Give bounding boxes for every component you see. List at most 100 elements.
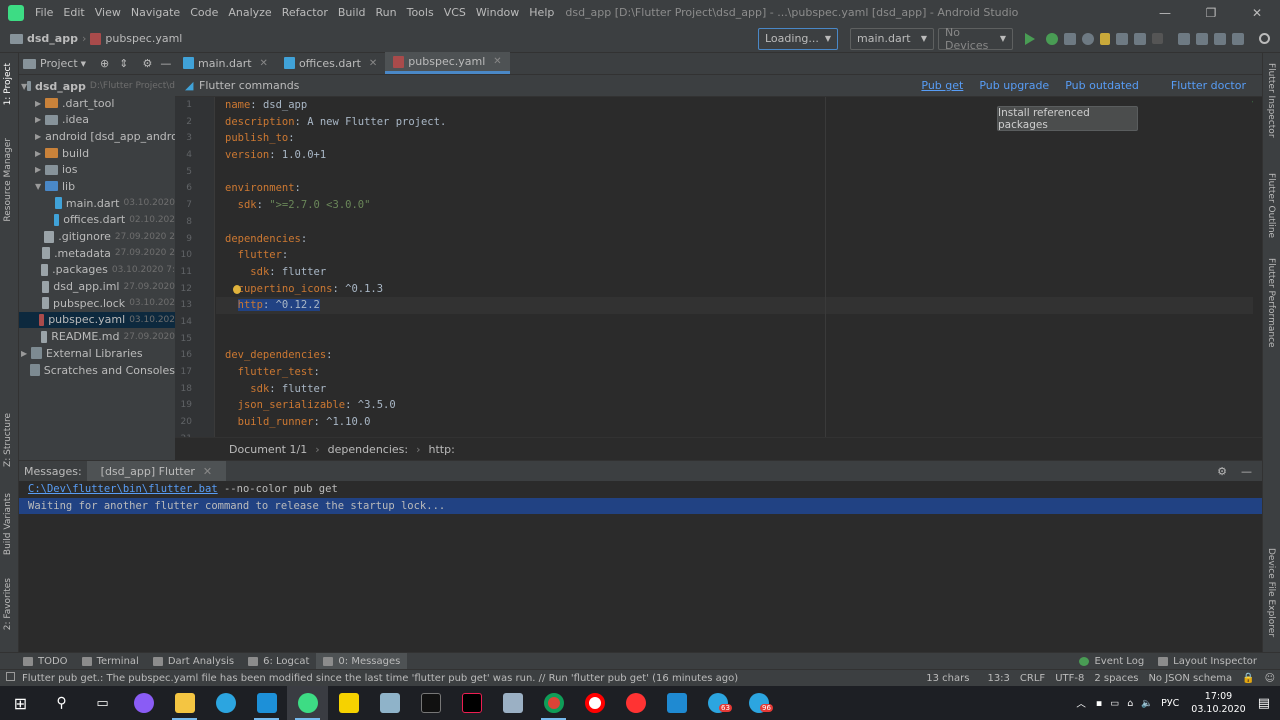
battery-icon[interactable]: ▭: [1110, 698, 1119, 709]
tree-item[interactable]: dsd_app.iml 27.09.2020: [19, 278, 175, 295]
chevron-down-icon[interactable]: ▼: [81, 60, 86, 68]
search-icon[interactable]: [1259, 33, 1270, 44]
telegram-icon[interactable]: [205, 686, 246, 720]
android-studio-taskbar-icon[interactable]: [287, 686, 328, 720]
breadcrumb-document[interactable]: Document 1/1: [229, 443, 307, 456]
hide-icon[interactable]: —: [160, 57, 171, 70]
flutter-outline-tool-button[interactable]: Flutter Outline: [1266, 173, 1276, 238]
structure-icon[interactable]: [1232, 32, 1244, 45]
chrome-icon[interactable]: [533, 686, 574, 720]
yandex-browser-icon[interactable]: [574, 686, 615, 720]
status-indent[interactable]: 2 spaces: [1089, 673, 1143, 684]
maximize-icon[interactable]: ❐: [1188, 6, 1234, 20]
pub-get-link[interactable]: Pub get: [921, 79, 963, 92]
chevron-right-icon[interactable]: ▶: [35, 149, 45, 158]
menu-analyze[interactable]: Analyze: [223, 6, 276, 19]
flutter-inspector-tool-button[interactable]: Flutter Inspector: [1266, 63, 1276, 138]
locate-icon[interactable]: ⊕: [100, 57, 109, 70]
status-line-separator[interactable]: CRLF: [1015, 673, 1050, 684]
chevron-right-icon[interactable]: ▶: [35, 99, 45, 108]
run-config-combo[interactable]: main.dart ▼: [850, 27, 934, 50]
tool-windows-icon[interactable]: [6, 672, 15, 681]
tab-offices-dart[interactable]: offices.dart ✕: [276, 52, 385, 74]
hot-reload-icon[interactable]: [1100, 32, 1110, 45]
attach-icon[interactable]: [1064, 32, 1076, 45]
status-message[interactable]: Flutter pub get.: The pubspec.yaml file …: [0, 673, 738, 684]
apply-changes-icon[interactable]: [1134, 32, 1146, 45]
telegram-icon-3[interactable]: 96: [738, 686, 779, 720]
layout-inspector-tool-button[interactable]: Layout Inspector: [1151, 656, 1264, 667]
pub-outdated-link[interactable]: Pub outdated: [1065, 79, 1139, 92]
menu-refactor[interactable]: Refactor: [277, 6, 333, 19]
messages-console[interactable]: C:\Dev\flutter\bin\flutter.bat --no-colo…: [19, 481, 1262, 652]
tree-item[interactable]: ▶ .idea: [19, 111, 175, 128]
collapse-icon[interactable]: ⇕: [119, 57, 128, 70]
minimize-icon[interactable]: —: [1142, 6, 1188, 20]
build-variants-tool-button[interactable]: Build Variants: [3, 493, 13, 555]
tab-main-dart[interactable]: main.dart ✕: [175, 52, 276, 74]
breadcrumb-dependencies[interactable]: dependencies:: [328, 443, 409, 456]
menu-vcs[interactable]: VCS: [439, 6, 471, 19]
breadcrumb-project[interactable]: dsd_app: [6, 32, 82, 45]
sync-icon[interactable]: [1178, 32, 1190, 45]
chevron-right-icon[interactable]: ▶: [35, 132, 41, 141]
yandex-icon[interactable]: [615, 686, 656, 720]
favorites-tool-button[interactable]: 2: Favorites: [3, 578, 13, 630]
structure-tool-button[interactable]: Z: Structure: [3, 413, 13, 467]
clock[interactable]: 17:09 03.10.2020: [1191, 690, 1245, 716]
device-combo[interactable]: No Devices ▼: [938, 26, 1013, 52]
messages-tool-button[interactable]: 0: Messages: [316, 652, 408, 670]
chevron-right-icon[interactable]: ▶: [21, 349, 31, 358]
menu-tools[interactable]: Tools: [402, 6, 439, 19]
tree-item[interactable]: ▼ lib: [19, 178, 175, 195]
status-encoding[interactable]: UTF-8: [1050, 673, 1089, 684]
console-icon[interactable]: [410, 686, 451, 720]
event-log-tool-button[interactable]: Event Log: [1072, 656, 1151, 667]
dart-analysis-tool-button[interactable]: Dart Analysis: [146, 656, 241, 667]
pub-upgrade-link[interactable]: Pub upgrade: [979, 79, 1049, 92]
todo-tool-button[interactable]: TODO: [16, 656, 75, 667]
device-file-explorer-tool-button[interactable]: Device File Explorer: [1266, 548, 1276, 637]
tree-item[interactable]: ▶ android [dsd_app_andro: [19, 128, 175, 145]
close-icon[interactable]: ✕: [1234, 6, 1280, 20]
avd-manager-icon[interactable]: [1196, 32, 1208, 45]
tree-item[interactable]: main.dart 03.10.2020: [19, 195, 175, 212]
menu-view[interactable]: View: [90, 6, 126, 19]
tree-item[interactable]: .metadata 27.09.2020 2: [19, 245, 175, 262]
vscode-icon[interactable]: [656, 686, 697, 720]
menu-help[interactable]: Help: [524, 6, 559, 19]
sdk-manager-icon[interactable]: [1214, 32, 1226, 45]
menu-run[interactable]: Run: [371, 6, 402, 19]
hot-restart-icon[interactable]: [1116, 32, 1128, 45]
chevron-right-icon[interactable]: ▶: [35, 115, 45, 124]
editor-scrollbar[interactable]: [1253, 97, 1262, 437]
menu-window[interactable]: Window: [471, 6, 524, 19]
menu-build[interactable]: Build: [333, 6, 371, 19]
loading-combo[interactable]: Loading... ▼: [758, 27, 838, 50]
tree-item[interactable]: ▶ ios: [19, 161, 175, 178]
app-vector-icon[interactable]: [492, 686, 533, 720]
notes-icon[interactable]: [328, 686, 369, 720]
chevron-up-icon[interactable]: ︿: [1076, 696, 1086, 710]
profile-icon[interactable]: [1082, 32, 1094, 45]
resource-manager-tool-button[interactable]: Resource Manager: [3, 138, 13, 222]
app-store-icon[interactable]: [246, 686, 287, 720]
language-indicator[interactable]: РУС: [1161, 698, 1179, 709]
chevron-down-icon[interactable]: ▼: [35, 182, 45, 191]
status-json-schema[interactable]: No JSON schema: [1143, 673, 1237, 684]
tree-item[interactable]: pubspec.yaml 03.10.202: [19, 311, 175, 329]
tree-item[interactable]: ▼ dsd_app D:\Flutter Project\d: [19, 78, 175, 95]
tab-flutter-messages[interactable]: [dsd_app] Flutter ✕: [86, 460, 227, 482]
lightbulb-icon[interactable]: [233, 284, 241, 294]
menu-code[interactable]: Code: [185, 6, 223, 19]
menu-navigate[interactable]: Navigate: [126, 6, 185, 19]
flutter-bat-link[interactable]: C:\Dev\flutter\bin\flutter.bat: [28, 483, 218, 495]
logcat-tool-button[interactable]: 6: Logcat: [241, 656, 316, 667]
gear-icon[interactable]: ⚙: [142, 57, 152, 70]
inspector-icon[interactable]: ☺: [1260, 673, 1280, 684]
menu-edit[interactable]: Edit: [58, 6, 89, 19]
breadcrumb-file[interactable]: pubspec.yaml: [86, 32, 186, 45]
notifications-icon[interactable]: ▤: [1258, 696, 1270, 711]
breadcrumb-http[interactable]: http:: [429, 443, 455, 456]
chevron-right-icon[interactable]: ▶: [35, 165, 45, 174]
